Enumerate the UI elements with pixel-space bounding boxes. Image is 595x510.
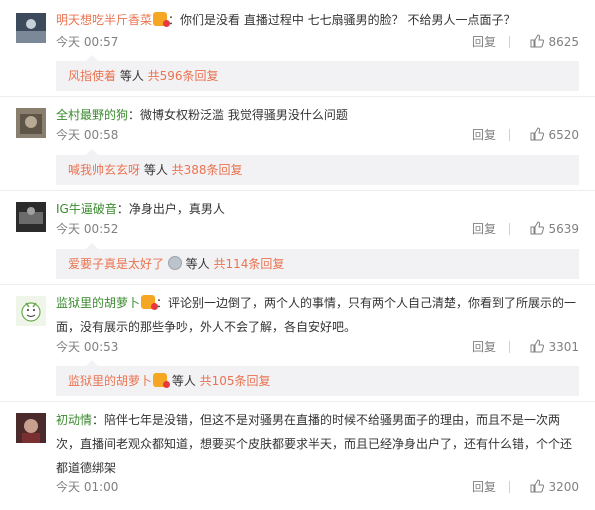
comment-text: ：你们是没看 直播过程中 七七扇骚男的脸？ 不给男人一点面子？	[168, 13, 516, 27]
like-button[interactable]: 3200	[517, 477, 579, 497]
avatar[interactable]	[16, 413, 46, 443]
comment-text: ：净身出户，真男人	[116, 202, 225, 216]
sub-reply-etc: 等人	[116, 69, 148, 83]
thumbs-up-icon	[530, 127, 545, 141]
vip-badge-icon	[153, 12, 171, 27]
vip-badge-icon	[141, 295, 159, 310]
avatar[interactable]	[16, 108, 46, 138]
thumbs-up-icon	[530, 221, 545, 235]
avatar[interactable]	[16, 296, 46, 326]
username-link[interactable]: 全村最野的狗	[56, 108, 128, 122]
separator	[509, 223, 510, 235]
medal-icon	[167, 256, 182, 270]
comment-text: ：陪伴七年是没错，但这不是对骚男在直播的时候不给骚男面子的理由，而且不是一次两次…	[56, 413, 573, 475]
divider	[0, 190, 595, 191]
reply-button[interactable]: 回复	[472, 477, 496, 497]
comment-body: 明天想吃半斤香菜 ：你们是没看 直播过程中 七七扇骚男的脸？ 不给男人一点面子？	[56, 8, 579, 32]
comment-body: 监狱里的胡萝卜 ：评论别一边倒了，两个人的事情，只有两个人自己清楚，你看到了所展示…	[56, 291, 579, 339]
username-link[interactable]: 初动情	[56, 413, 92, 427]
divider	[0, 284, 595, 285]
reply-button[interactable]: 回复	[472, 125, 496, 145]
like-count: 3301	[548, 340, 579, 354]
sub-reply-etc: 等人	[168, 374, 200, 388]
timestamp: 今天 00:57	[56, 35, 119, 49]
sub-reply-user[interactable]: 风指使着	[68, 69, 116, 83]
like-count: 3200	[548, 480, 579, 494]
comment-meta: 今天 00:57 回复 8625	[56, 32, 579, 52]
separator	[509, 36, 510, 48]
avatar[interactable]	[16, 13, 46, 43]
sub-reply-count-link[interactable]: 共105条回复	[200, 374, 271, 388]
sub-reply-user[interactable]: 喊我帅玄玄呀	[68, 163, 140, 177]
timestamp: 今天 00:52	[56, 222, 119, 236]
username-link[interactable]: 监狱里的胡萝卜	[56, 296, 140, 310]
sub-reply-etc: 等人	[181, 257, 214, 271]
sub-reply-count-link[interactable]: 共596条回复	[148, 69, 219, 83]
like-button[interactable]: 8625	[517, 32, 579, 52]
like-count: 6520	[548, 128, 579, 142]
sub-reply-box: 喊我帅玄玄呀 等人 共388条回复	[56, 149, 579, 185]
comment-text: ：微博女权粉泛滥 我觉得骚男没什么问题	[128, 108, 348, 122]
like-button[interactable]: 3301	[517, 337, 579, 357]
username-link[interactable]: IG牛逼破音	[56, 202, 117, 216]
comment-meta: 今天 00:53 回复 3301	[56, 337, 579, 357]
avatar[interactable]	[16, 202, 46, 232]
like-button[interactable]: 6520	[517, 125, 579, 145]
comment-body: 全村最野的狗：微博女权粉泛滥 我觉得骚男没什么问题	[56, 103, 579, 127]
like-count: 5639	[548, 222, 579, 236]
sub-reply-etc: 等人	[140, 163, 172, 177]
sub-reply-count-link[interactable]: 共388条回复	[172, 163, 243, 177]
comment-meta: 今天 00:52 回复 5639	[56, 219, 579, 239]
vip-badge-icon	[153, 373, 171, 388]
comment-body: 初动情：陪伴七年是没错，但这不是对骚男在直播的时候不给骚男面子的理由，而且不是一…	[56, 408, 579, 480]
sub-reply-count-link[interactable]: 共114条回复	[213, 257, 284, 271]
divider	[0, 96, 595, 97]
sub-reply-box: 爱要子真是太好了 等人 共114条回复	[56, 243, 579, 279]
timestamp: 今天 01:00	[56, 480, 119, 494]
comment-meta: 今天 00:58 回复 6520	[56, 125, 579, 145]
comment-meta: 今天 01:00 回复 3200	[56, 477, 579, 497]
separator	[509, 341, 510, 353]
separator	[509, 481, 510, 493]
comment-body: IG牛逼破音：净身出户，真男人	[56, 197, 579, 221]
reply-button[interactable]: 回复	[472, 32, 496, 52]
thumbs-up-icon	[530, 339, 545, 353]
sub-reply-box: 风指使着 等人 共596条回复	[56, 55, 579, 91]
divider	[0, 401, 595, 402]
sub-reply-user[interactable]: 监狱里的胡萝卜	[68, 374, 152, 388]
sub-reply-box: 监狱里的胡萝卜 等人 共105条回复	[56, 360, 579, 396]
timestamp: 今天 00:58	[56, 128, 119, 142]
sub-reply-user[interactable]: 爱要子真是太好了	[68, 257, 164, 271]
separator	[509, 129, 510, 141]
username-link[interactable]: 明天想吃半斤香菜	[56, 13, 152, 27]
thumbs-up-icon	[530, 479, 545, 493]
like-button[interactable]: 5639	[517, 219, 579, 239]
reply-button[interactable]: 回复	[472, 337, 496, 357]
thumbs-up-icon	[530, 34, 545, 48]
reply-button[interactable]: 回复	[472, 219, 496, 239]
like-count: 8625	[548, 35, 579, 49]
timestamp: 今天 00:53	[56, 340, 119, 354]
